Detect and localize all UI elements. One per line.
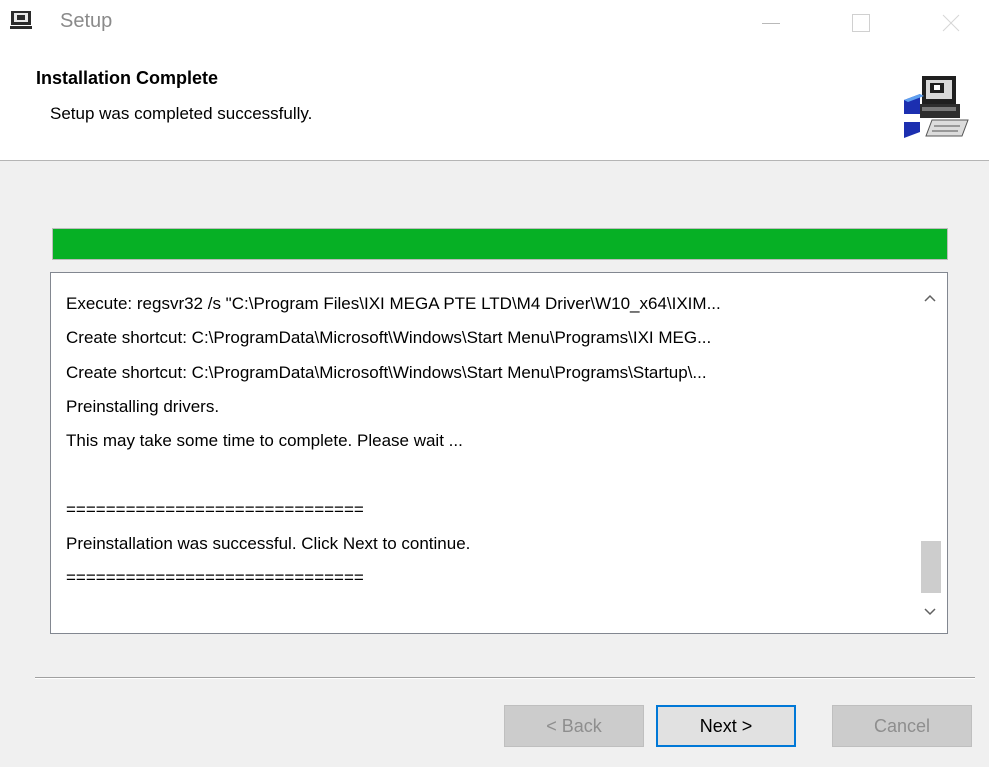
log-line: Preinstallation was successful. Click Ne… <box>66 534 471 554</box>
minimize-icon <box>762 22 780 24</box>
close-icon <box>942 14 960 32</box>
page-title: Installation Complete <box>36 68 219 88</box>
maximize-icon <box>852 14 870 32</box>
window-title: Setup <box>60 10 113 32</box>
page-subtitle: Setup was completed successfully. <box>50 104 313 123</box>
log-line: Create shortcut: C:\ProgramData\Microsof… <box>66 328 712 348</box>
install-log-list[interactable]: Execute: regsvr32 /s "C:\Program Files\I… <box>50 272 948 634</box>
maximize-button[interactable] <box>838 0 884 46</box>
minimize-button[interactable] <box>748 0 794 46</box>
cancel-button[interactable]: Cancel <box>832 705 972 747</box>
log-scrollbar[interactable] <box>913 273 947 633</box>
chevron-down-icon <box>924 608 936 616</box>
footer-separator <box>35 677 975 679</box>
log-line: Create shortcut: C:\ProgramData\Microsof… <box>66 362 707 382</box>
computer-setup-icon <box>10 11 32 29</box>
wizard-header: Installation Complete Setup was complete… <box>0 46 989 161</box>
close-button[interactable] <box>928 0 974 46</box>
log-line: ============================== <box>66 499 364 519</box>
progress-fill <box>53 229 947 259</box>
log-lines: Execute: regsvr32 /s "C:\Program Files\I… <box>51 273 913 633</box>
install-progress-bar <box>52 228 948 260</box>
installer-computer-icon <box>904 76 969 138</box>
chevron-up-icon <box>924 294 936 302</box>
log-line: Preinstalling drivers. <box>66 396 220 416</box>
log-line: ============================== <box>66 568 364 588</box>
log-line: Execute: regsvr32 /s "C:\Program Files\I… <box>66 294 721 313</box>
log-line: This may take some time to complete. Ple… <box>66 431 463 451</box>
scroll-up-button[interactable] <box>913 281 947 315</box>
title-bar: Setup <box>0 0 989 46</box>
back-button[interactable]: < Back <box>504 705 644 747</box>
scroll-thumb[interactable] <box>921 541 941 593</box>
next-button[interactable]: Next > <box>656 705 796 747</box>
scroll-down-button[interactable] <box>913 595 947 629</box>
